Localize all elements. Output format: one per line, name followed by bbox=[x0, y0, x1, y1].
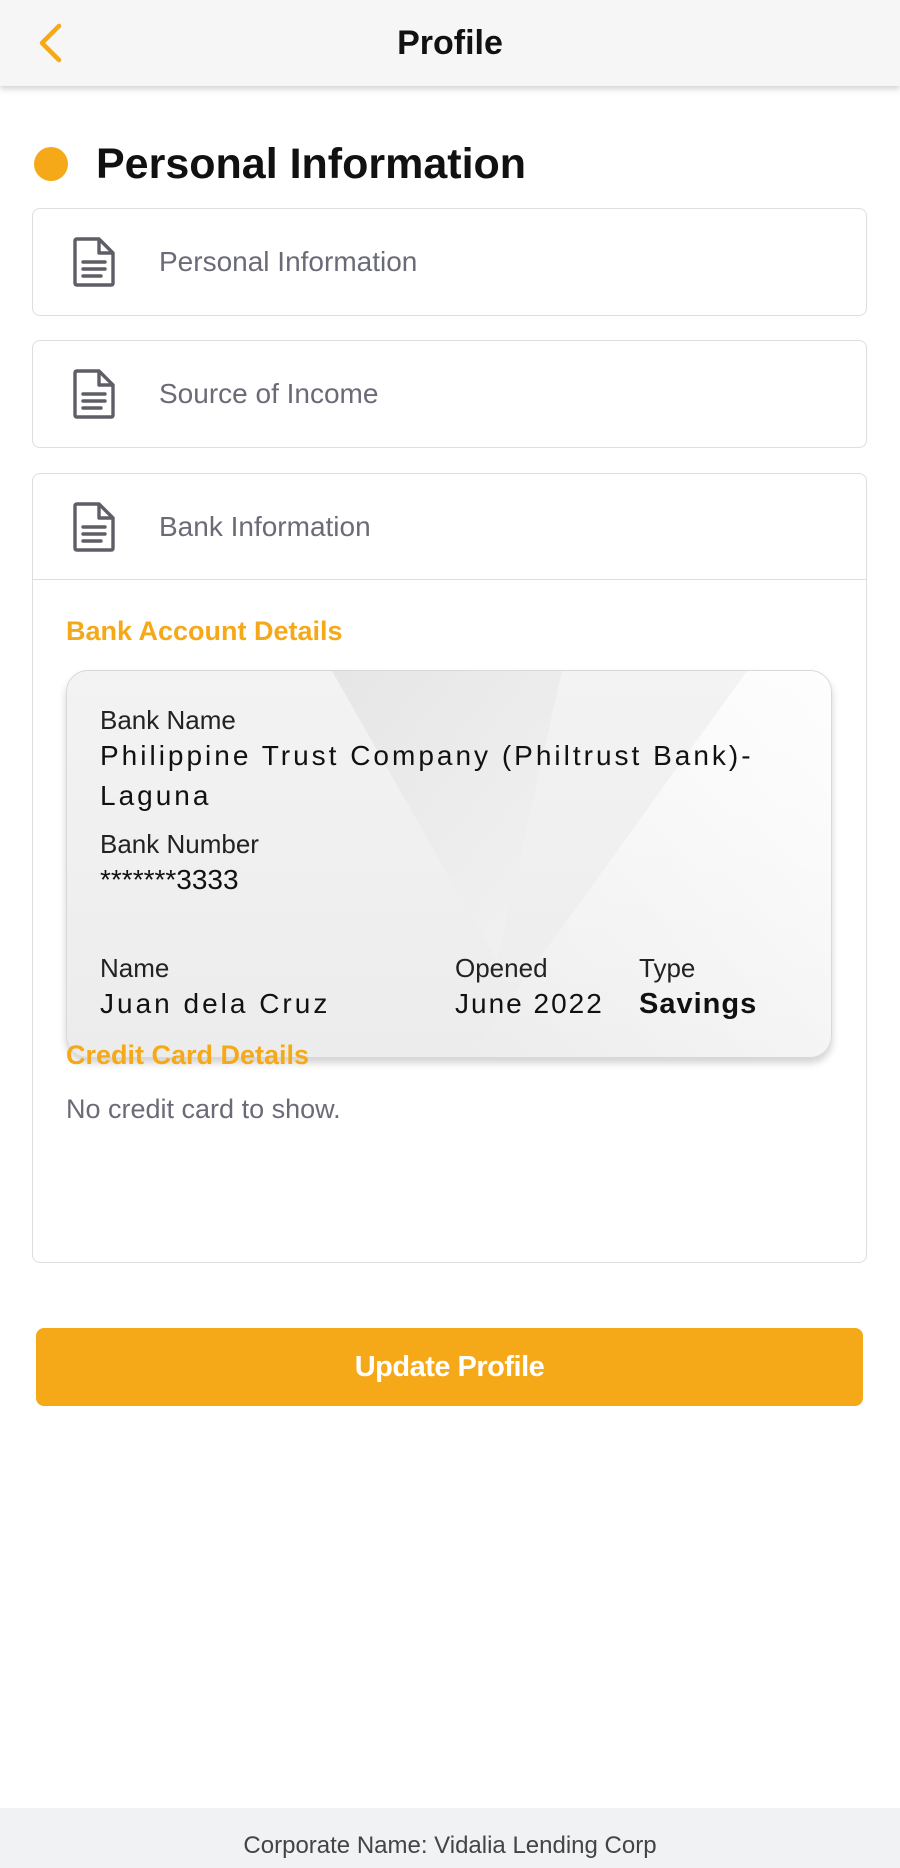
opened-value: June 2022 bbox=[455, 988, 604, 1019]
accordion-personal-information[interactable]: Personal Information bbox=[32, 208, 867, 316]
bank-number-field: Bank Number *******3333 bbox=[100, 829, 259, 900]
document-icon bbox=[73, 237, 115, 287]
section-title: Personal Information bbox=[96, 139, 527, 188]
accordion-label: Source of Income bbox=[159, 378, 379, 409]
account-name-label: Name bbox=[100, 953, 170, 983]
bank-name-field: Bank Name Philippine Trust Company (Phil… bbox=[100, 705, 754, 816]
accordion-label: Personal Information bbox=[159, 246, 418, 277]
corporate-name-text: Corporate Name: Vidalia Lending Corp bbox=[243, 1832, 657, 1859]
top-bar: Profile bbox=[0, 0, 900, 86]
section-bullet-icon bbox=[34, 147, 68, 181]
document-icon bbox=[73, 369, 115, 419]
accordion-bank-information-header[interactable]: Bank Information bbox=[33, 474, 866, 580]
account-type-field: Type Savings bbox=[639, 953, 757, 1024]
bank-name-value-cont: Laguna bbox=[100, 780, 212, 811]
bank-name-value: Philippine Trust Company (Philtrust Bank… bbox=[100, 740, 754, 771]
account-name-value: Juan dela Cruz bbox=[100, 988, 331, 1019]
accordion-source-of-income[interactable]: Source of Income bbox=[32, 340, 867, 448]
bank-account-details-heading: Bank Account Details bbox=[66, 616, 343, 646]
accordion-bank-information: Bank Information Bank Account Details Ba… bbox=[32, 473, 867, 1263]
section-heading: Personal Information bbox=[34, 136, 526, 192]
bank-card: Bank Name Philippine Trust Company (Phil… bbox=[66, 670, 832, 1058]
accordion-label: Bank Information bbox=[159, 510, 371, 542]
profile-screen: Profile Personal Information Personal In… bbox=[0, 0, 900, 1868]
bank-name-label: Bank Name bbox=[100, 705, 236, 735]
bank-number-value: *******3333 bbox=[100, 864, 239, 895]
bank-number-label: Bank Number bbox=[100, 829, 259, 859]
no-credit-card-message: No credit card to show. bbox=[66, 1094, 341, 1124]
account-name-field: Name Juan dela Cruz bbox=[100, 953, 330, 1024]
opened-field: Opened June 2022 bbox=[455, 953, 604, 1024]
opened-label: Opened bbox=[455, 953, 548, 983]
update-profile-button[interactable]: Update Profile bbox=[36, 1328, 863, 1406]
credit-card-details-heading: Credit Card Details bbox=[66, 1040, 310, 1070]
page-title: Profile bbox=[397, 23, 503, 62]
account-type-value: Savings bbox=[639, 988, 758, 1020]
document-icon bbox=[73, 501, 115, 552]
footer: Corporate Name: Vidalia Lending Corp bbox=[0, 1808, 900, 1868]
account-type-label: Type bbox=[639, 953, 696, 983]
